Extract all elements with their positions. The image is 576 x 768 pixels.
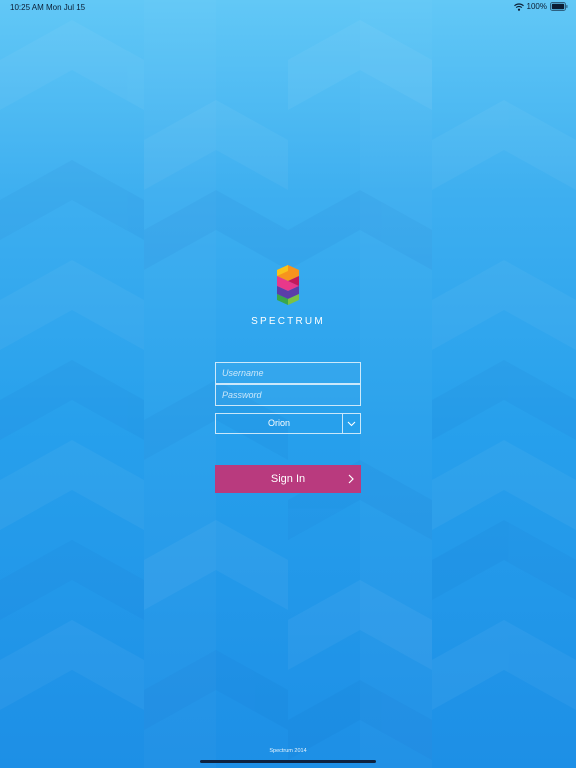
login-screen: 10:25 AM Mon Jul 15 100% SPECTRUM Userna…	[0, 0, 576, 768]
sign-in-label: Sign In	[270, 473, 306, 485]
server-select[interactable]: Orion	[215, 413, 361, 434]
battery-icon	[550, 2, 568, 11]
wifi-icon	[513, 2, 524, 11]
logo: SPECTRUM	[0, 264, 576, 327]
server-select-value: Orion	[267, 418, 290, 428]
sign-in-button[interactable]: Sign In	[215, 465, 361, 493]
username-field-wrapper	[215, 362, 361, 384]
chevron-right-icon	[348, 474, 354, 487]
battery-percent: 100%	[526, 2, 547, 11]
home-indicator[interactable]	[200, 760, 376, 763]
footer-copyright: Spectrum 2014	[269, 748, 307, 754]
logo-text: SPECTRUM	[251, 316, 325, 327]
password-input[interactable]	[216, 385, 360, 405]
password-field-wrapper	[215, 384, 361, 406]
status-time: 10:25 AM	[10, 3, 44, 12]
status-bar: 10:25 AM Mon Jul 15 100%	[0, 0, 576, 14]
spectrum-logo-icon	[273, 264, 303, 308]
status-indicators: 100%	[513, 2, 568, 11]
status-date: Mon Jul 15	[46, 3, 86, 12]
chevron-down-icon[interactable]	[342, 414, 360, 433]
username-input[interactable]	[216, 363, 360, 383]
